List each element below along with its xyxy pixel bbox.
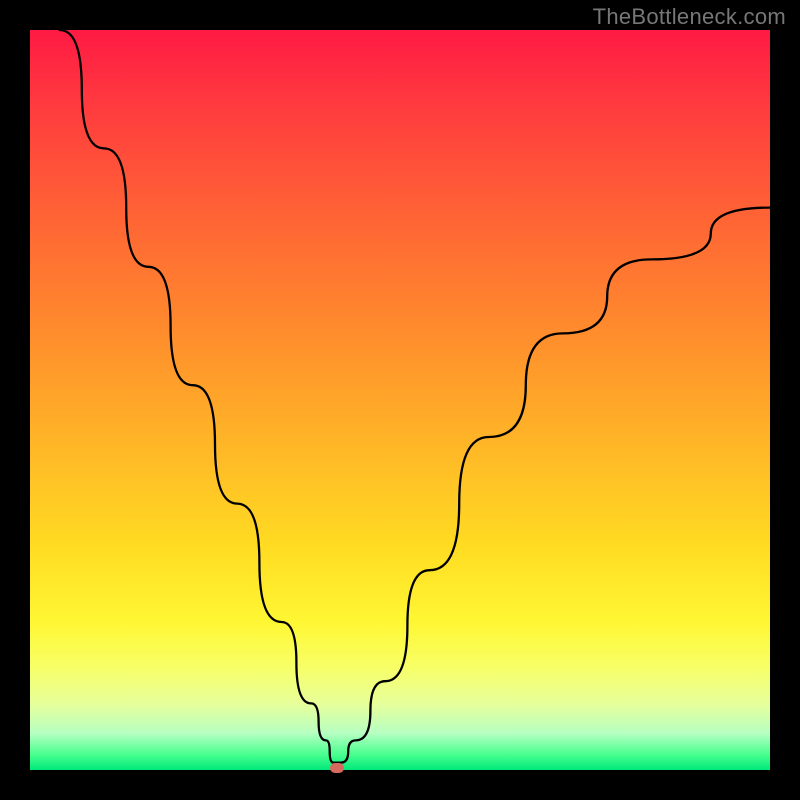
curve-path — [60, 30, 770, 763]
chart-frame: TheBottleneck.com — [0, 0, 800, 800]
minimum-marker — [330, 763, 344, 773]
watermark-text: TheBottleneck.com — [593, 4, 786, 30]
bottleneck-curve — [30, 30, 770, 770]
plot-area — [30, 30, 770, 770]
